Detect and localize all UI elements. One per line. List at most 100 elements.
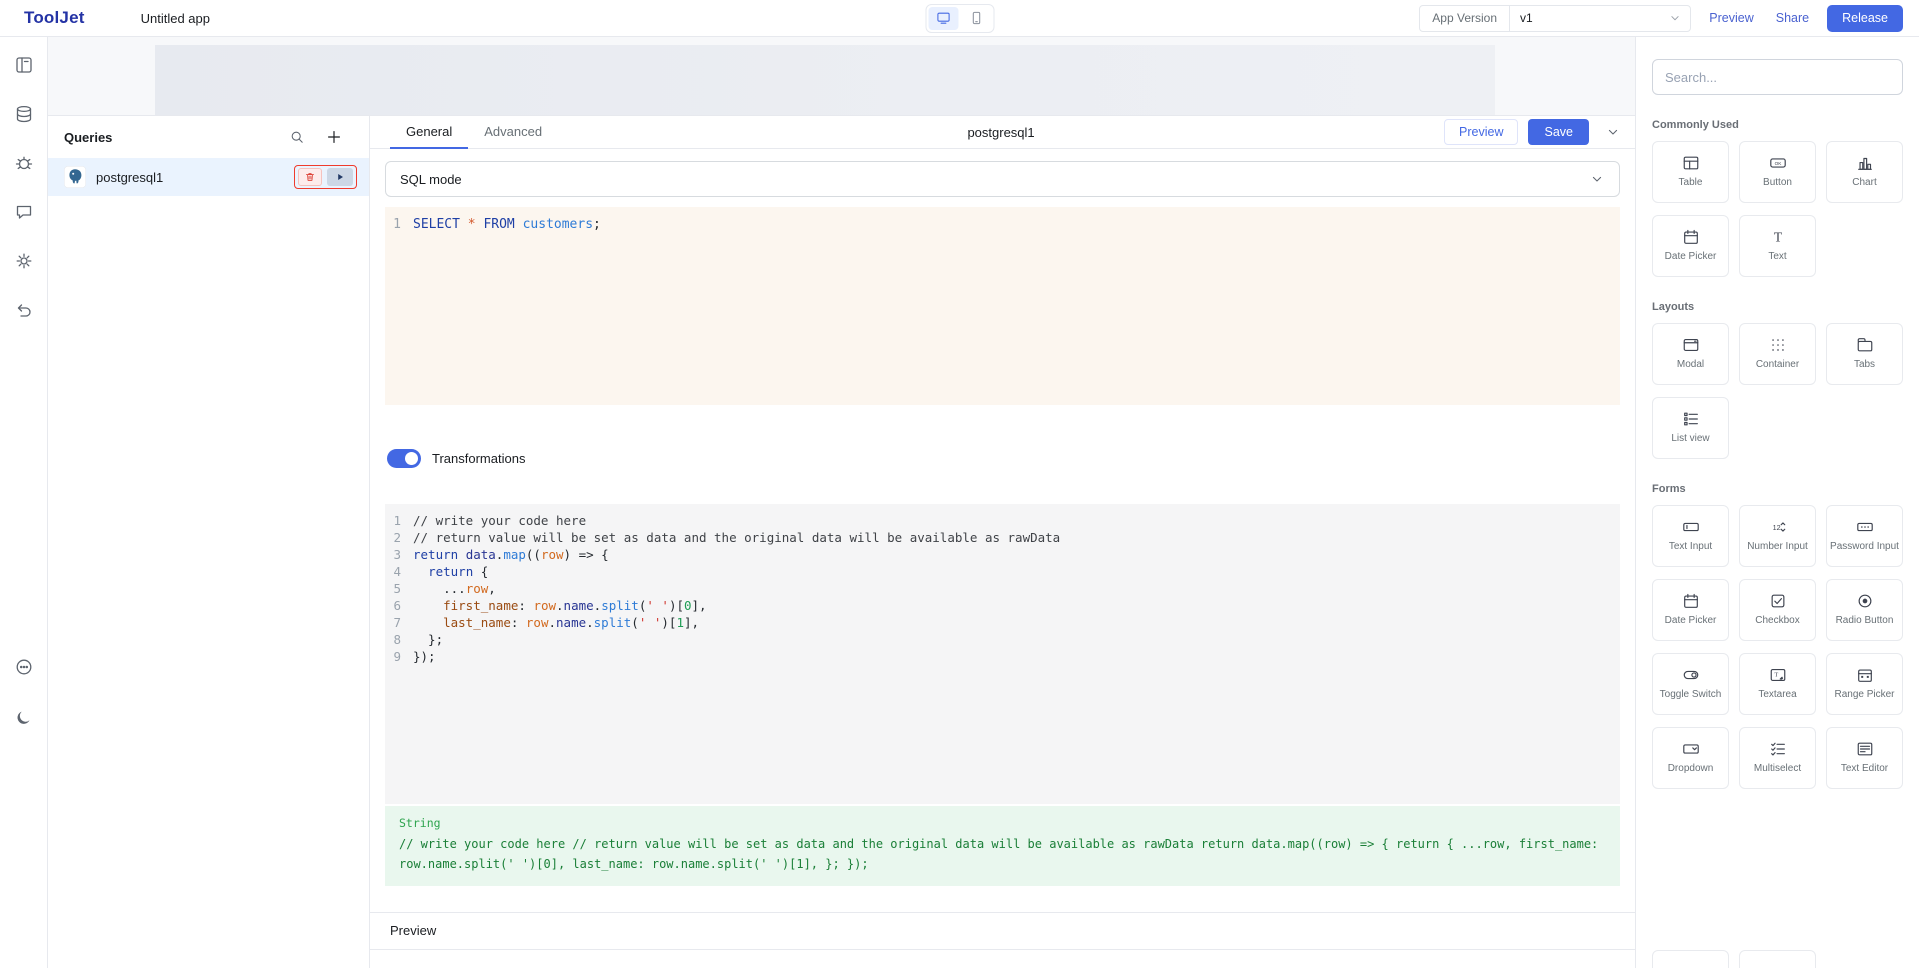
- preview-section-header[interactable]: Preview: [370, 912, 1635, 950]
- desktop-view-button[interactable]: [928, 7, 958, 30]
- text-icon: T: [1769, 228, 1787, 246]
- database-icon: [14, 104, 34, 124]
- widget-label: Text Editor: [1841, 763, 1888, 776]
- widget-card-textarea[interactable]: T Textarea: [1739, 653, 1816, 715]
- widget-card-checkbox[interactable]: Checkbox: [1739, 579, 1816, 641]
- widget-card-toggle-switch[interactable]: Toggle Switch: [1652, 653, 1729, 715]
- code-line[interactable]: 3return data.map((row) => {: [385, 546, 1620, 563]
- widget-card-partial[interactable]: [1739, 950, 1816, 968]
- dark-mode-button[interactable]: [6, 700, 42, 736]
- svg-text:12: 12: [1772, 523, 1780, 532]
- widget-label: Container: [1756, 359, 1799, 372]
- widget-card-radio-button[interactable]: Radio Button: [1826, 579, 1903, 641]
- component-search-input[interactable]: [1652, 59, 1903, 95]
- widget-card-text-editor[interactable]: Text Editor: [1826, 727, 1903, 789]
- code-line[interactable]: 4 return {: [385, 563, 1620, 580]
- queries-header: Queries: [48, 116, 369, 158]
- widget-card-password-input[interactable]: Password Input: [1826, 505, 1903, 567]
- help-button[interactable]: [6, 649, 42, 685]
- table-icon: [1682, 154, 1700, 172]
- widget-card-text-input[interactable]: Text Input: [1652, 505, 1729, 567]
- query-preview-button[interactable]: Preview: [1444, 119, 1518, 145]
- app-canvas[interactable]: [48, 37, 1635, 115]
- result-type-label: String: [399, 816, 1606, 830]
- code-line[interactable]: 6 first_name: row.name.split(' ')[0],: [385, 597, 1620, 614]
- widget-grid: Modal Container Tabs List view: [1652, 323, 1903, 459]
- database-button[interactable]: [6, 96, 42, 132]
- widget-label: Date Picker: [1665, 615, 1717, 628]
- query-list-item[interactable]: postgresql1: [48, 158, 369, 196]
- widget-card-button[interactable]: OKButton: [1739, 141, 1816, 203]
- query-name-display[interactable]: postgresql1: [967, 125, 1034, 140]
- collapse-panel-button[interactable]: [1605, 124, 1621, 140]
- svg-text:T: T: [1773, 230, 1782, 245]
- widget-card-modal[interactable]: Modal: [1652, 323, 1729, 385]
- line-number: 4: [385, 563, 413, 580]
- result-value: // write your code here // return value …: [399, 834, 1606, 874]
- tab-general[interactable]: General: [390, 116, 468, 149]
- widget-card-container[interactable]: Container: [1739, 323, 1816, 385]
- settings-button[interactable]: [6, 243, 42, 279]
- mobile-icon: [968, 10, 984, 26]
- section-title: Commonly Used: [1652, 119, 1903, 131]
- code-line[interactable]: 5 ...row,: [385, 580, 1620, 597]
- undo-button[interactable]: [6, 292, 42, 328]
- queries-panel: Queries postgresql1: [48, 115, 370, 968]
- share-link[interactable]: Share: [1772, 11, 1813, 25]
- app-title[interactable]: Untitled app: [141, 11, 210, 26]
- app-version-select[interactable]: App Version v1: [1419, 5, 1691, 32]
- code-line[interactable]: 9});: [385, 648, 1620, 665]
- pages-button[interactable]: [6, 47, 42, 83]
- search-queries-button[interactable]: [289, 129, 305, 145]
- widget-label: Password Input: [1830, 541, 1899, 554]
- widget-card-date-picker[interactable]: Date Picker: [1652, 215, 1729, 277]
- components-cutoff-row: [1652, 950, 1903, 968]
- query-mode-select[interactable]: SQL mode: [385, 161, 1620, 197]
- plus-icon: [325, 128, 343, 146]
- widget-card-date-picker[interactable]: Date Picker: [1652, 579, 1729, 641]
- widget-card-text[interactable]: TText: [1739, 215, 1816, 277]
- tooljet-logo[interactable]: ToolJet: [0, 8, 109, 28]
- widget-label: Textarea: [1758, 689, 1796, 702]
- widget-card-chart[interactable]: Chart: [1826, 141, 1903, 203]
- section-title: Layouts: [1652, 301, 1903, 313]
- release-button[interactable]: Release: [1827, 5, 1903, 32]
- app-header: ToolJet Untitled app App Version v1 Prev…: [0, 0, 1919, 37]
- sql-editor[interactable]: 1SELECT * FROM customers;: [385, 207, 1620, 405]
- widget-card-partial[interactable]: [1652, 950, 1729, 968]
- widget-card-number-input[interactable]: 12Number Input: [1739, 505, 1816, 567]
- left-toolbar: [0, 37, 48, 968]
- widget-card-dropdown[interactable]: Dropdown: [1652, 727, 1729, 789]
- preview-link[interactable]: Preview: [1705, 11, 1757, 25]
- query-save-button[interactable]: Save: [1528, 119, 1589, 145]
- tab-advanced[interactable]: Advanced: [468, 116, 558, 149]
- code-line[interactable]: 1// write your code here: [385, 512, 1620, 529]
- code-line[interactable]: 8 };: [385, 631, 1620, 648]
- mobile-view-button[interactable]: [961, 7, 991, 30]
- transformations-toggle[interactable]: [387, 449, 421, 468]
- comments-button[interactable]: [6, 194, 42, 230]
- debugger-button[interactable]: [6, 145, 42, 181]
- code-line[interactable]: 1SELECT * FROM customers;: [385, 215, 1620, 235]
- chart-icon: [1856, 154, 1874, 172]
- line-number: 9: [385, 648, 413, 665]
- run-query-button[interactable]: [327, 168, 353, 186]
- transformation-editor[interactable]: 1// write your code here2// return value…: [385, 504, 1620, 804]
- widget-card-list-view[interactable]: List view: [1652, 397, 1729, 459]
- widget-label: Button: [1763, 177, 1792, 190]
- widget-label: List view: [1671, 433, 1709, 446]
- code-line[interactable]: 2// return value will be set as data and…: [385, 529, 1620, 546]
- widget-card-range-picker[interactable]: Range Picker: [1826, 653, 1903, 715]
- widget-card-tabs[interactable]: Tabs: [1826, 323, 1903, 385]
- widget-card-multiselect[interactable]: Multiselect: [1739, 727, 1816, 789]
- app-version-value: v1: [1510, 11, 1668, 25]
- code-line[interactable]: 7 last_name: row.name.split(' ')[1],: [385, 614, 1620, 631]
- widget-card-table[interactable]: Table: [1652, 141, 1729, 203]
- textarea-icon: T: [1769, 666, 1787, 684]
- toggle-icon: [1682, 666, 1700, 684]
- delete-query-button[interactable]: [298, 168, 322, 186]
- chevron-down-icon: [1589, 171, 1605, 187]
- calendar-icon: [1682, 228, 1700, 246]
- line-number: 7: [385, 614, 413, 631]
- add-query-button[interactable]: [325, 128, 343, 146]
